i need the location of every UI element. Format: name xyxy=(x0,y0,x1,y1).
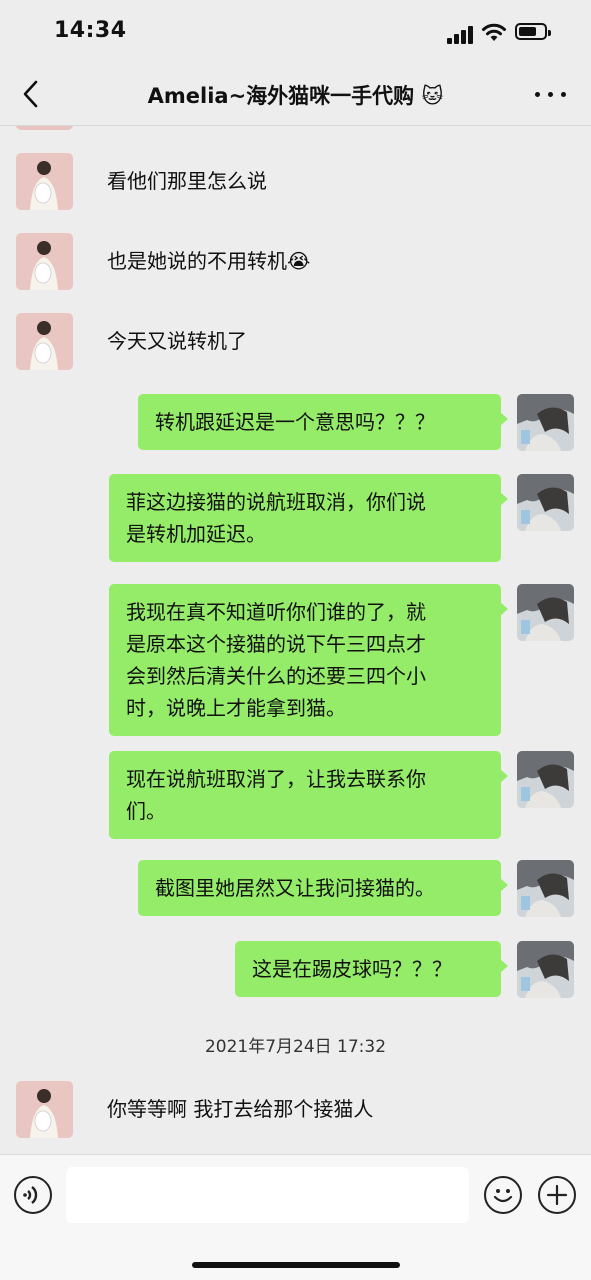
chat-area[interactable]: 看他们那里怎么说 也是她说的不用转机😭 今天又说转机了 转机跟延迟是一个意思吗？… xyxy=(0,126,591,1154)
message-bubble[interactable]: 截图里她居然又让我问接猫的。 xyxy=(138,860,508,916)
message-bubble[interactable]: 现在说航班取消了，让我去联系你 们。 xyxy=(109,751,508,839)
message-text: 今天又说转机了 xyxy=(107,329,247,353)
message-bubble[interactable]: 我现在真不知道听你们谁的了，就 是原本这个接猫的说下午三四点才 会到然后清关什么… xyxy=(109,584,508,736)
avatar[interactable] xyxy=(517,860,574,917)
emoji-icon[interactable] xyxy=(484,1176,522,1214)
message-line: 们。 xyxy=(126,799,166,823)
avatar[interactable] xyxy=(16,233,73,290)
avatar[interactable] xyxy=(517,584,574,641)
message-bubble[interactable]: 这是在踢皮球吗？？？ xyxy=(235,941,508,997)
chat-timestamp: 2021年7月24日 17:32 xyxy=(204,1037,387,1057)
battery-icon xyxy=(515,23,551,40)
plus-icon[interactable] xyxy=(538,1176,576,1214)
more-dots-icon[interactable] xyxy=(535,82,569,106)
message-line: 会到然后清关什么的还要三四个小 xyxy=(126,664,426,688)
message-bubble[interactable]: 菲这边接猫的说航班取消，你们说 是转机加延迟。 xyxy=(109,474,508,562)
avatar[interactable] xyxy=(16,1081,73,1138)
message-text: 也是她说的不用转机😭 xyxy=(107,249,311,273)
home-indicator[interactable] xyxy=(192,1262,400,1268)
message-line: 这是在踢皮球吗？？？ xyxy=(252,957,452,981)
message-line: 菲这边接猫的说航班取消，你们说 xyxy=(126,490,426,514)
chevron-left-icon[interactable] xyxy=(14,76,50,112)
avatar[interactable] xyxy=(517,474,574,531)
message-input[interactable] xyxy=(66,1167,469,1223)
avatar[interactable] xyxy=(16,153,73,210)
message-line: 我现在真不知道听你们谁的了，就 xyxy=(126,600,426,624)
message-line: 是转机加延迟。 xyxy=(126,522,266,546)
message-line: 转机跟延迟是一个意思吗？？？ xyxy=(155,410,435,434)
cellular-signal-icon xyxy=(447,24,475,44)
wifi-icon xyxy=(482,23,506,41)
chat-title: Amelia~海外猫咪一手代购 🐱 xyxy=(147,84,444,108)
message-bubble[interactable]: 转机跟延迟是一个意思吗？？？ xyxy=(138,394,508,450)
avatar[interactable] xyxy=(16,126,73,130)
message-line: 时，说晚上才能拿到猫。 xyxy=(126,696,346,720)
message-text: 看他们那里怎么说 xyxy=(107,169,267,193)
avatar[interactable] xyxy=(16,313,73,370)
message-line: 现在说航班取消了，让我去联系你 xyxy=(126,767,426,791)
status-bar: 14:34 xyxy=(0,0,591,66)
message-line: 截图里她居然又让我问接猫的。 xyxy=(155,876,435,900)
avatar[interactable] xyxy=(517,394,574,451)
status-time: 14:34 xyxy=(54,18,127,43)
chat-header: Amelia~海外猫咪一手代购 🐱 xyxy=(0,66,591,126)
avatar[interactable] xyxy=(517,941,574,998)
message-text: 你等等啊 我打去给那个接猫人 xyxy=(107,1097,374,1121)
avatar[interactable] xyxy=(517,751,574,808)
voice-icon[interactable] xyxy=(14,1176,52,1214)
message-line: 是原本这个接猫的说下午三四点才 xyxy=(126,632,426,656)
